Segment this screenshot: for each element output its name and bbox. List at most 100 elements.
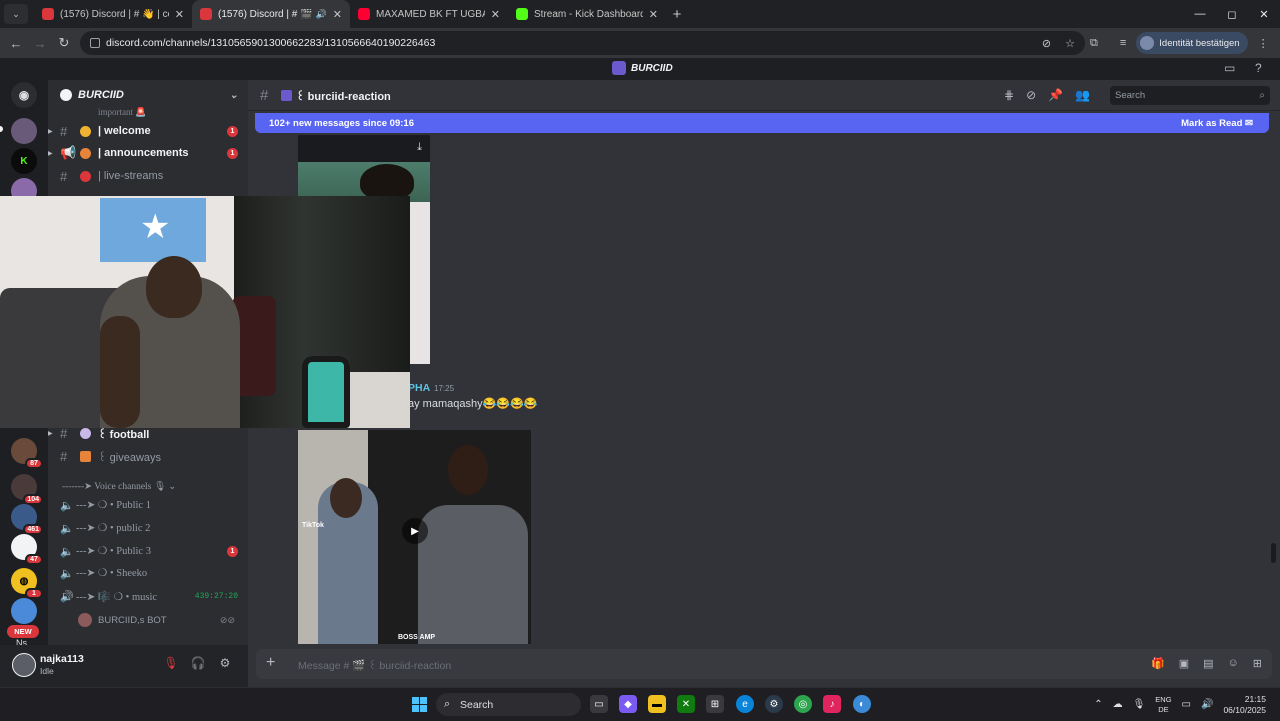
windows-start-icon[interactable] bbox=[412, 697, 427, 712]
tray-overflow-icon[interactable]: ⌃ bbox=[1094, 699, 1102, 710]
server-icon[interactable]: 87 bbox=[11, 438, 43, 469]
network-icon[interactable]: ▭ bbox=[1182, 699, 1191, 710]
message-timestamp: 17:25 bbox=[434, 384, 455, 393]
channel-giveaways[interactable]: # ꒰ giveaways bbox=[48, 445, 248, 467]
tracking-eye-icon[interactable]: ⊘ bbox=[1042, 37, 1051, 50]
emoji-icon[interactable]: ☺ bbox=[1228, 657, 1239, 670]
message-author[interactable]: PHA bbox=[408, 382, 430, 394]
forward-icon[interactable]: → bbox=[28, 36, 52, 51]
close-tab-icon[interactable]: ✕ bbox=[491, 8, 500, 21]
pin-icon[interactable]: 📌 bbox=[1048, 88, 1063, 102]
threads-icon[interactable]: ⋕ bbox=[1004, 88, 1014, 102]
new-tab-button[interactable]: + bbox=[666, 6, 688, 23]
mention-badge: 47 bbox=[25, 554, 43, 565]
server-icon[interactable]: K bbox=[11, 148, 37, 174]
file-explorer-icon[interactable]: ▬ bbox=[648, 695, 666, 713]
mic-muted-icon[interactable]: 🎙 bbox=[162, 656, 180, 670]
browser-tab-active[interactable]: (1576) Discord | # 🎬 burc 🔊 ✕ bbox=[192, 0, 350, 28]
browser-tab[interactable]: (1576) Discord | # 👋 | connect-i ✕ bbox=[34, 0, 192, 28]
server-header[interactable]: BURCIID ⌄ bbox=[48, 80, 248, 110]
channel-live-streams[interactable]: # | live-streams bbox=[48, 165, 248, 187]
server-icon[interactable]: 461 bbox=[11, 504, 43, 535]
voice-channel-music[interactable]: 🔊 ---➤ 🎼 ❍ • music 439:27:20 bbox=[48, 585, 248, 607]
video-attachment[interactable]: TikTok ▶ BOSS AMP bbox=[298, 430, 531, 644]
tab-search-button[interactable]: ⌄ bbox=[4, 4, 28, 24]
server-icon[interactable]: ◍ 1 bbox=[11, 568, 43, 599]
message-composer[interactable]: + Message # 🎬 ꒰ burciid-reaction 🎁 ▣ ▤ ☺… bbox=[256, 649, 1272, 679]
voice-category[interactable]: -------➤ Voice channels 🎙 ⌄ bbox=[62, 481, 176, 492]
close-window-button[interactable]: ✕ bbox=[1248, 0, 1280, 28]
add-attachment-icon[interactable]: + bbox=[266, 654, 275, 672]
download-icon[interactable]: ⤓ bbox=[417, 141, 422, 154]
search-input[interactable]: Search ⌕ bbox=[1110, 86, 1270, 105]
channel-emoji-icon bbox=[281, 89, 292, 101]
profile-avatar bbox=[1140, 36, 1155, 50]
gear-icon[interactable]: ⚙ bbox=[216, 656, 234, 670]
gift-icon[interactable]: 🎁 bbox=[1151, 657, 1165, 670]
close-tab-icon[interactable]: ✕ bbox=[175, 8, 184, 21]
channel-name: | welcome bbox=[98, 125, 151, 137]
edge-icon[interactable]: e bbox=[736, 695, 754, 713]
voice-member[interactable]: BURCIID,s BOT ⊘⊘ bbox=[78, 611, 243, 629]
mark-as-read-button[interactable]: Mark as Read ✉ bbox=[1181, 118, 1253, 129]
bookmark-star-icon[interactable]: ☆ bbox=[1065, 37, 1075, 50]
user-avatar[interactable] bbox=[12, 653, 36, 677]
site-info-icon[interactable] bbox=[90, 38, 100, 48]
store-icon[interactable]: ⊞ bbox=[706, 695, 724, 713]
inbox-icon[interactable]: ▭ bbox=[1224, 61, 1235, 75]
extensions-icon[interactable]: ⧉ bbox=[1090, 37, 1098, 50]
server-icon[interactable] bbox=[11, 598, 37, 624]
close-tab-icon[interactable]: ✕ bbox=[649, 8, 658, 21]
onedrive-icon[interactable]: ☁ bbox=[1113, 699, 1123, 710]
tab-audio-icon[interactable]: 🔊 bbox=[316, 9, 327, 20]
identity-button[interactable]: Identität bestätigen bbox=[1136, 32, 1248, 54]
voice-channel-public-1[interactable]: 🔈 ---➤ ❍ • Public 1 bbox=[48, 494, 248, 516]
reading-list-icon[interactable]: ≡ bbox=[1120, 37, 1126, 49]
hash-icon: # bbox=[60, 168, 68, 184]
clock[interactable]: 21:15 06/10/2025 bbox=[1223, 694, 1266, 716]
reload-icon[interactable]: ↻ bbox=[52, 35, 76, 51]
voice-channel-public-2[interactable]: 🔈 ---➤ ❍ • public 2 bbox=[48, 517, 248, 539]
browser-tab[interactable]: MAXAMED BK FT UGBAAD ARA ✕ bbox=[350, 0, 508, 28]
browser-menu-icon[interactable]: ⋮ bbox=[1258, 37, 1269, 50]
taskbar-search[interactable]: ⌕ Search bbox=[436, 693, 581, 716]
address-bar[interactable]: discord.com/channels/1310565901300662283… bbox=[80, 31, 1085, 55]
play-icon[interactable]: ▶ bbox=[402, 518, 428, 544]
chevron-down-icon[interactable]: ⌄ bbox=[230, 90, 238, 101]
language-indicator[interactable]: ENG DE bbox=[1155, 695, 1171, 715]
discord-home-icon[interactable]: ◉ bbox=[11, 82, 37, 108]
sticker-icon[interactable]: ▤ bbox=[1203, 657, 1213, 670]
back-icon[interactable]: ← bbox=[4, 36, 28, 51]
steam-icon[interactable]: ⚙ bbox=[765, 695, 783, 713]
voice-channel-public-3[interactable]: 🔈 ---➤ ❍ • Public 3 1 bbox=[48, 540, 248, 562]
minimize-button[interactable]: — bbox=[1184, 0, 1216, 28]
speaker-icon: 🔈 bbox=[60, 567, 74, 580]
microphone-icon[interactable]: 🎙 bbox=[1133, 699, 1146, 710]
browser-tab[interactable]: Stream - Kick Dashboard ✕ bbox=[508, 0, 666, 28]
xbox-icon[interactable]: ✕ bbox=[677, 695, 695, 713]
maximize-button[interactable]: ◻ bbox=[1216, 0, 1248, 28]
gif-icon[interactable]: ▣ bbox=[1179, 657, 1189, 670]
server-icon[interactable]: 47 bbox=[11, 534, 43, 565]
notifications-muted-icon[interactable]: ⊘ bbox=[1026, 88, 1036, 102]
channel-welcome[interactable]: ▶ # | welcome 1 bbox=[48, 120, 248, 142]
new-messages-bar[interactable]: 102+ new messages since 09:16 Mark as Re… bbox=[255, 113, 1269, 133]
copilot-icon[interactable]: ◆ bbox=[619, 695, 637, 713]
chrome-icon[interactable]: ◎ bbox=[794, 695, 812, 713]
voice-channel-sheeko[interactable]: 🔈 ---➤ ❍ • Sheeko bbox=[48, 562, 248, 584]
tiktok-icon[interactable]: ♪ bbox=[823, 695, 841, 713]
task-view-icon[interactable]: ▭ bbox=[590, 695, 608, 713]
scrollbar-thumb[interactable] bbox=[1271, 543, 1276, 563]
server-icon[interactable] bbox=[11, 118, 37, 144]
volume-icon[interactable]: 🔊 bbox=[1201, 699, 1213, 710]
close-tab-icon[interactable]: ✕ bbox=[333, 8, 342, 21]
channel-emoji-icon bbox=[80, 170, 91, 182]
server-icon[interactable]: 104 bbox=[11, 474, 43, 505]
member-list-icon[interactable]: 👥 bbox=[1075, 88, 1090, 102]
voice-channel-name: ---➤ ❍ • Sheeko bbox=[76, 568, 148, 579]
headphones-icon[interactable]: 🎧 bbox=[189, 656, 207, 670]
apps-icon[interactable]: ⊞ bbox=[1253, 657, 1262, 670]
channel-announcements[interactable]: ▶ 📢 | announcements 1 bbox=[48, 142, 248, 164]
app-icon[interactable]: ◐ bbox=[853, 695, 871, 713]
help-icon[interactable]: ? bbox=[1255, 61, 1262, 75]
